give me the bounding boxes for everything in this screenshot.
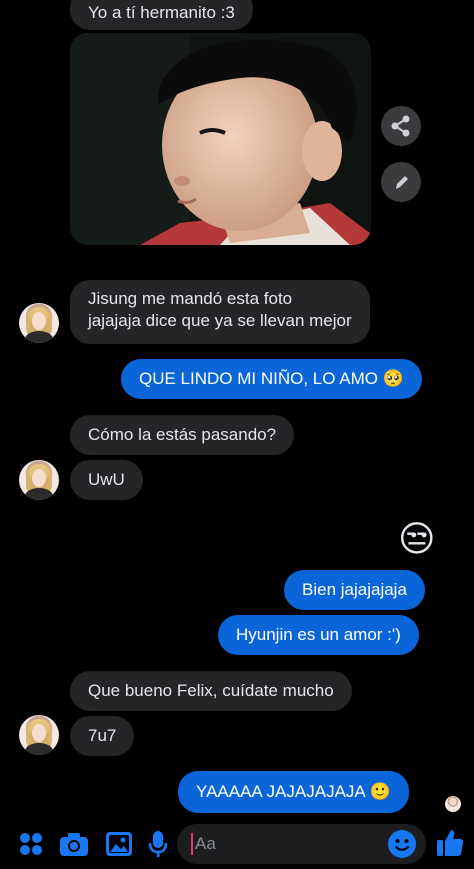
message-outgoing[interactable]: YAAAAA JAJAJAJAJA 🙂 bbox=[178, 771, 409, 813]
message-incoming[interactable]: Yo a tí hermanito :3 bbox=[70, 0, 253, 30]
message-outgoing[interactable]: Hyunjin es un amor :') bbox=[218, 615, 419, 655]
message-text: jajajaja dice que ya se llevan mejor bbox=[88, 311, 352, 330]
microphone-icon[interactable] bbox=[148, 830, 168, 858]
message-outgoing[interactable]: QUE LINDO MI NIÑO, LO AMO 🥺 bbox=[121, 359, 422, 399]
thumbs-up-icon[interactable] bbox=[435, 828, 465, 858]
avatar[interactable] bbox=[19, 715, 59, 755]
message-incoming[interactable]: Que bueno Felix, cuídate mucho bbox=[70, 671, 352, 711]
seen-avatar bbox=[445, 796, 461, 812]
edit-button[interactable] bbox=[381, 162, 421, 202]
message-text: Bien jajajajaja bbox=[302, 580, 407, 599]
message-text: Que bueno Felix, cuídate mucho bbox=[88, 681, 334, 700]
message-text: YAAAAA JAJAJAJAJA 🙂 bbox=[196, 782, 391, 801]
share-button[interactable] bbox=[381, 106, 421, 146]
shared-photo[interactable] bbox=[70, 33, 371, 245]
pencil-icon bbox=[396, 176, 408, 189]
gallery-icon[interactable] bbox=[105, 831, 133, 857]
message-text: Hyunjin es un amor :') bbox=[236, 625, 401, 644]
share-icon bbox=[391, 115, 410, 137]
emoji-text: 😒 bbox=[398, 518, 436, 559]
apps-grid-icon[interactable] bbox=[18, 831, 44, 857]
message-incoming[interactable]: 7u7 bbox=[70, 716, 135, 756]
message-text: Yo a tí hermanito :3 bbox=[88, 3, 235, 22]
message-incoming[interactable]: Jisung me mandó esta foto jajajaja dice … bbox=[70, 280, 370, 344]
message-text: Jisung me mandó esta foto bbox=[88, 289, 293, 308]
message-text: 7u7 bbox=[88, 726, 117, 745]
message-text: QUE LINDO MI NIÑO, LO AMO 🥺 bbox=[139, 369, 404, 388]
message-incoming[interactable]: Cómo la estás pasando? bbox=[70, 415, 295, 455]
message-outgoing[interactable]: Bien jajajajaja bbox=[284, 570, 425, 610]
emoji-message[interactable]: 😒 bbox=[398, 518, 436, 560]
composer-bar: Aa bbox=[0, 820, 474, 869]
message-incoming[interactable]: UwU bbox=[70, 460, 143, 500]
message-text: Cómo la estás pasando? bbox=[88, 425, 277, 444]
avatar[interactable] bbox=[19, 303, 59, 343]
avatar[interactable] bbox=[19, 460, 59, 500]
smiley-icon[interactable] bbox=[387, 829, 417, 859]
message-text: UwU bbox=[88, 470, 125, 489]
camera-icon[interactable] bbox=[59, 831, 89, 857]
child-photo-image bbox=[70, 33, 371, 245]
message-input-placeholder: Aa bbox=[195, 834, 216, 853]
